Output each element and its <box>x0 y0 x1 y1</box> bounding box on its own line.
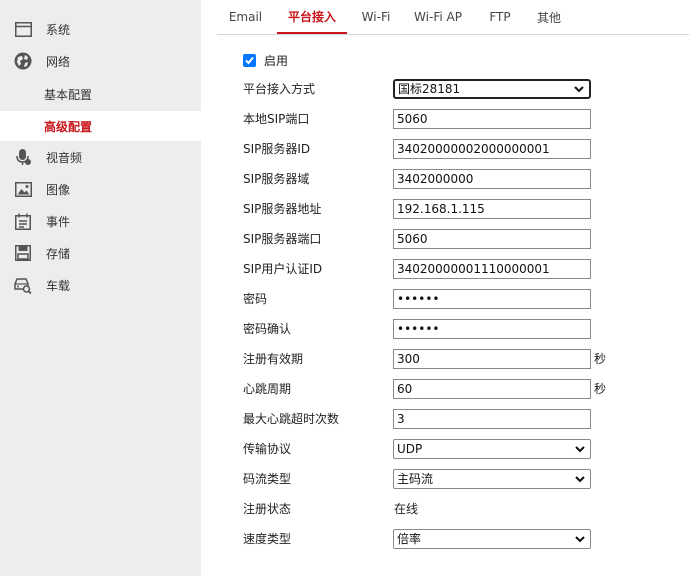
sidebar-subitem-advanced-config[interactable]: 高级配置 <box>0 111 201 141</box>
transport-protocol-value: UDP <box>397 442 423 456</box>
register-status-value: 在线 <box>394 502 419 516</box>
sidebar-item-network[interactable]: 网络 <box>0 46 201 76</box>
sip-server-domain-label: SIP服务器域 <box>243 172 310 186</box>
register-validity-label: 注册有效期 <box>243 352 304 366</box>
password-input[interactable] <box>393 289 591 309</box>
sidebar-item-label: 车载 <box>46 278 71 293</box>
local-sip-port-input[interactable] <box>393 109 591 129</box>
sidebar-subitem-basic-config[interactable]: 基本配置 <box>0 79 201 109</box>
access-mode-select[interactable]: 国标28181 <box>393 79 591 99</box>
sip-server-port-input[interactable] <box>393 229 591 249</box>
password-label: 密码 <box>243 292 268 306</box>
enable-checkbox[interactable] <box>243 53 256 67</box>
sidebar-item-label: 网络 <box>46 54 71 69</box>
speed-type-value: 倍率 <box>397 532 422 546</box>
tab-wifi[interactable]: Wi-Fi <box>354 0 398 34</box>
password-confirm-input[interactable] <box>393 319 591 339</box>
max-heartbeat-timeouts-label: 最大心跳超时次数 <box>243 412 340 426</box>
sidebar-item-label: 事件 <box>46 214 71 229</box>
tab-wifi-ap[interactable]: Wi-Fi AP <box>407 0 469 34</box>
sidebar-subitem-label: 高级配置 <box>44 119 93 134</box>
max-heartbeat-timeouts-input[interactable] <box>393 409 591 429</box>
speed-type-select[interactable]: 倍率 <box>393 529 591 549</box>
access-mode-label: 平台接入方式 <box>243 82 316 96</box>
sidebar-item-image[interactable]: 图像 <box>0 174 201 204</box>
check-icon <box>245 56 254 64</box>
tab-bar: Email 平台接入 Wi-Fi Wi-Fi AP FTP 其他 <box>217 0 689 35</box>
sidebar-item-label: 系统 <box>46 22 71 37</box>
sip-server-port-label: SIP服务器端口 <box>243 232 322 246</box>
chevron-down-icon <box>575 446 585 453</box>
sidebar-item-event[interactable]: 事件 <box>0 206 201 236</box>
heartbeat-period-input[interactable] <box>393 379 591 399</box>
image-icon <box>14 180 32 198</box>
sidebar-item-video-audio[interactable]: 视音频 <box>0 142 201 172</box>
sip-server-address-label: SIP服务器地址 <box>243 202 322 216</box>
register-validity-unit: 秒 <box>594 352 607 366</box>
sidebar-subitem-label: 基本配置 <box>44 87 93 102</box>
stream-type-select[interactable]: 主码流 <box>393 469 591 489</box>
tab-other[interactable]: 其他 <box>529 0 569 34</box>
register-validity-input[interactable] <box>393 349 591 369</box>
sip-server-address-input[interactable] <box>393 199 591 219</box>
microphone-icon <box>14 148 32 166</box>
sidebar-item-label: 存储 <box>46 246 71 261</box>
heartbeat-period-label: 心跳周期 <box>243 382 292 396</box>
tab-ftp[interactable]: FTP <box>481 0 519 34</box>
chevron-down-icon <box>575 536 585 543</box>
globe-icon <box>14 52 32 70</box>
vehicle-search-icon <box>14 276 32 294</box>
sidebar-item-label: 视音频 <box>46 150 83 165</box>
enable-label: 启用 <box>264 53 289 68</box>
calendar-icon <box>14 212 32 230</box>
heartbeat-period-unit: 秒 <box>594 382 607 396</box>
enable-row: 启用 <box>243 50 288 70</box>
tab-platform-access[interactable]: 平台接入 <box>277 0 347 34</box>
chevron-down-icon <box>574 86 584 93</box>
speed-type-label: 速度类型 <box>243 532 292 546</box>
sidebar-item-label: 图像 <box>46 182 71 197</box>
transport-protocol-select[interactable]: UDP <box>393 439 591 459</box>
sidebar-item-vehicle[interactable]: 车载 <box>0 270 201 300</box>
tab-email[interactable]: Email <box>223 0 268 34</box>
sidebar: 系统 网络 基本配置 高级配置 视音频 图像 事件 存储 车载 <box>0 0 201 576</box>
sip-user-auth-id-label: SIP用户认证ID <box>243 262 323 276</box>
chevron-down-icon <box>575 476 585 483</box>
access-mode-value: 国标28181 <box>398 82 461 96</box>
password-confirm-label: 密码确认 <box>243 322 292 336</box>
register-status-label: 注册状态 <box>243 502 292 516</box>
sidebar-item-system[interactable]: 系统 <box>0 14 201 44</box>
sip-server-id-label: SIP服务器ID <box>243 142 311 156</box>
local-sip-port-label: 本地SIP端口 <box>243 112 310 126</box>
sip-server-domain-input[interactable] <box>393 169 591 189</box>
sidebar-item-storage[interactable]: 存储 <box>0 238 201 268</box>
window-icon <box>14 20 32 38</box>
stream-type-label: 码流类型 <box>243 472 292 486</box>
transport-protocol-label: 传输协议 <box>243 442 292 456</box>
sip-server-id-input[interactable] <box>393 139 591 159</box>
sip-user-auth-id-input[interactable] <box>393 259 591 279</box>
stream-type-value: 主码流 <box>397 472 434 486</box>
disk-icon <box>14 244 32 262</box>
